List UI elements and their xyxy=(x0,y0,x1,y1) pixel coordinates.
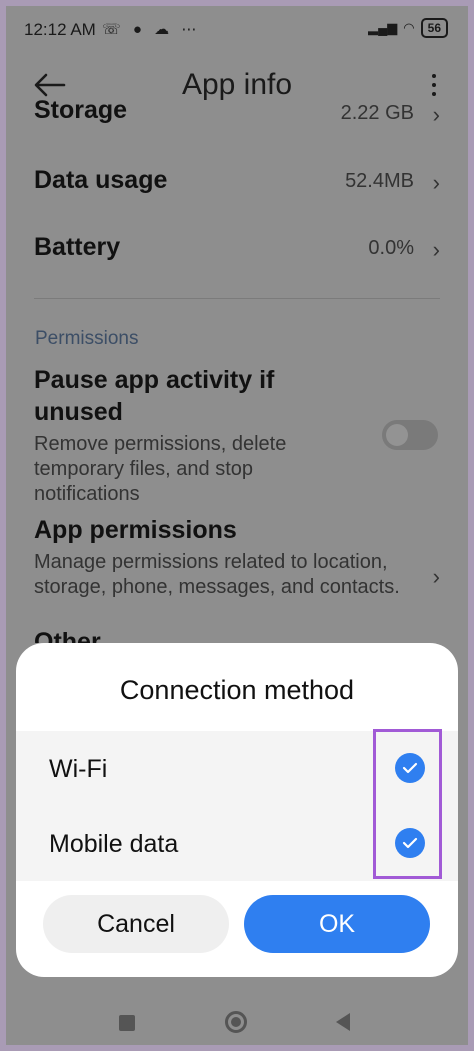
ok-button[interactable]: OK xyxy=(244,895,430,953)
pause-title: Pause app activity if unused xyxy=(34,366,275,426)
battery-row[interactable]: Battery 0.0% › xyxy=(34,233,444,262)
signal-icon: ▂▄▆ xyxy=(368,20,398,35)
status-time: 12:12 AM xyxy=(24,20,96,39)
more-options-icon[interactable] xyxy=(430,74,438,100)
option-label: Mobile data xyxy=(49,830,179,858)
storage-row[interactable]: Storage 2.22 GB › xyxy=(34,98,444,128)
page-title: App info xyxy=(181,68,293,101)
notification-icons: ☏ ● ☁ ⋯ xyxy=(102,21,201,38)
chevron-right-icon: › xyxy=(432,237,440,262)
connection-method-dialog: Connection method Wi-Fi Mobile data Canc… xyxy=(16,643,458,977)
divider xyxy=(34,298,440,299)
app-permissions-title: App permissions xyxy=(34,516,237,544)
cancel-button[interactable]: Cancel xyxy=(43,895,229,953)
wifi-icon: ◠ xyxy=(403,20,415,35)
highlight-box xyxy=(373,729,442,879)
status-bar: 12:12 AM ☏ ● ☁ ⋯ ▂▄▆ ◠ 56 xyxy=(6,6,468,54)
back-triangle-icon[interactable] xyxy=(336,1013,350,1031)
chevron-right-icon: › xyxy=(432,102,440,127)
option-label: Wi-Fi xyxy=(49,755,108,783)
recents-icon[interactable] xyxy=(119,1015,135,1031)
data-usage-value: 52.4MB xyxy=(345,170,414,192)
other-section-title: Other xyxy=(34,628,101,643)
pause-activity-toggle[interactable] xyxy=(382,420,438,450)
pause-app-activity-row[interactable]: Pause app activity if unused Remove perm… xyxy=(34,364,354,507)
data-usage-row[interactable]: Data usage 52.4MB › xyxy=(34,166,444,195)
phone-screen: 12:12 AM ☏ ● ☁ ⋯ ▂▄▆ ◠ 56 App info Stora… xyxy=(6,6,468,1045)
toggle-knob xyxy=(386,424,408,446)
other-section: Other xyxy=(34,626,444,643)
chevron-right-icon: › xyxy=(432,170,440,195)
battery-value: 0.0% xyxy=(368,237,414,259)
pause-description: Remove permissions, delete temporary fil… xyxy=(34,433,287,505)
battery-icon: 56 xyxy=(420,18,448,38)
chevron-right-icon: › xyxy=(432,564,440,589)
storage-value: 2.22 GB xyxy=(340,102,414,124)
dialog-title: Connection method xyxy=(119,675,355,705)
permissions-section-title: Permissions xyxy=(35,328,139,349)
home-icon[interactable] xyxy=(225,1011,247,1033)
app-permissions-description: Manage permissions related to location, … xyxy=(34,551,400,598)
status-icons: ▂▄▆ ◠ 56 xyxy=(368,18,448,38)
navigation-bar xyxy=(6,991,468,1045)
app-permissions-row[interactable]: App permissions Manage permissions relat… xyxy=(34,514,444,600)
